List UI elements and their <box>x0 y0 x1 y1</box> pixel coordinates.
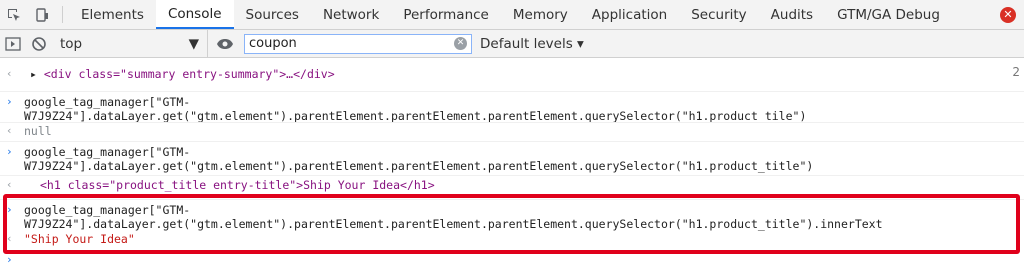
tab-application[interactable]: Application <box>580 0 679 29</box>
filter-input-box[interactable]: ✕ <box>244 33 472 54</box>
error-count-icon[interactable]: ✕ <box>1000 7 1016 23</box>
context-selector[interactable]: top ▼ <box>52 29 208 58</box>
result-element[interactable]: <h1 class="product_title entry-title">Sh… <box>40 178 435 192</box>
clear-filter-icon[interactable]: ✕ <box>454 37 467 50</box>
result-null: null <box>24 124 52 138</box>
sidebar-toggle-icon[interactable] <box>0 30 26 58</box>
tab-security[interactable]: Security <box>679 0 758 29</box>
tab-audits[interactable]: Audits <box>759 0 825 29</box>
prompt-chevron-icon: › <box>6 253 13 266</box>
divider <box>62 6 63 23</box>
highlight-box <box>3 194 1020 254</box>
command-line-2a[interactable]: google_tag_manager["GTM- <box>24 145 190 159</box>
collapsed-element[interactable]: ▸ <div class="summary entry-summary">…</… <box>30 67 335 81</box>
command-line-1a[interactable]: google_tag_manager["GTM- <box>24 95 190 109</box>
console-result-row: ‹ ▸ <div class="summary entry-summary">…… <box>0 67 1024 81</box>
tab-sources[interactable]: Sources <box>234 0 311 29</box>
command-line-1b[interactable]: W7J9Z24"].dataLayer.get("gtm.element").p… <box>24 109 806 123</box>
result-arrow-icon: ‹ <box>6 178 13 191</box>
context-label: top <box>60 35 83 52</box>
tab-gtm-ga-debug[interactable]: GTM/GA Debug <box>825 0 952 29</box>
tab-elements[interactable]: Elements <box>69 0 156 29</box>
inspect-element-icon[interactable] <box>0 0 28 29</box>
live-expression-eye-icon[interactable] <box>212 30 238 58</box>
prompt-chevron-icon: › <box>6 95 13 108</box>
device-toolbar-icon[interactable] <box>28 0 56 29</box>
tab-memory[interactable]: Memory <box>501 0 580 29</box>
console-result-row: ‹ null <box>0 122 1024 138</box>
console-toolbar: top ▼ ✕ Default levels ▾ 2 <box>0 29 1024 79</box>
result-arrow-icon: ‹ <box>6 67 13 80</box>
log-levels-dropdown[interactable]: Default levels ▾ <box>480 36 584 52</box>
tab-network[interactable]: Network <box>311 0 391 29</box>
tab-performance[interactable]: Performance <box>391 0 501 29</box>
clear-console-icon[interactable] <box>26 30 52 58</box>
console-result-row: ‹ <h1 class="product_title entry-title">… <box>0 175 1024 193</box>
console-prompt[interactable]: › <box>0 252 1024 268</box>
console-command-row: › google_tag_manager["GTM- W7J9Z24"].dat… <box>0 91 1024 123</box>
console-command-row: › google_tag_manager["GTM- W7J9Z24"].dat… <box>0 141 1024 173</box>
prompt-chevron-icon: › <box>6 145 13 158</box>
devtools-tabbar: Elements Console Sources Network Perform… <box>0 0 1024 30</box>
tab-console[interactable]: Console <box>155 0 234 29</box>
result-arrow-icon: ‹ <box>6 124 13 137</box>
filter-input[interactable] <box>249 36 454 51</box>
element-snippet: <div class="summary entry-summary">…</di… <box>43 67 335 81</box>
command-line-2b[interactable]: W7J9Z24"].dataLayer.get("gtm.element").p… <box>24 159 813 173</box>
dropdown-arrow-icon: ▼ <box>188 35 199 52</box>
